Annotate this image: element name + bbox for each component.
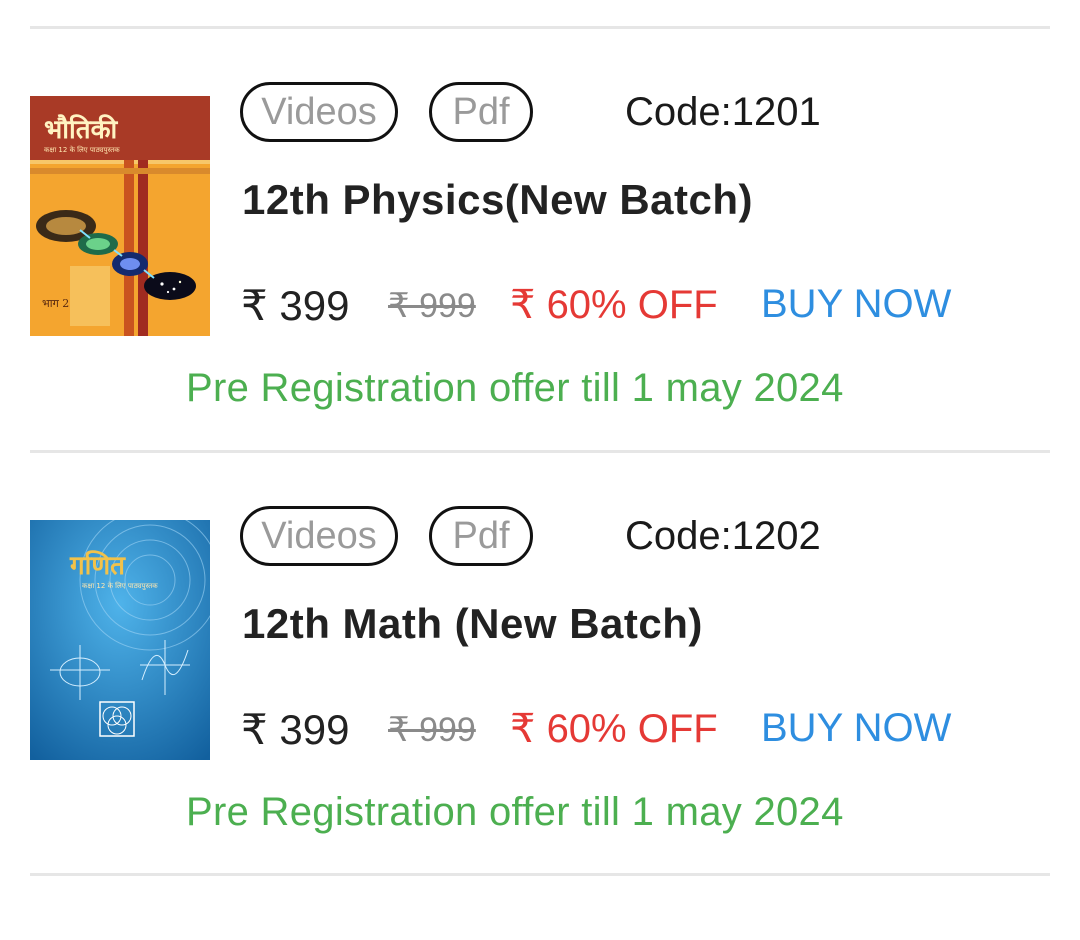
videos-tag[interactable]: Videos [240,82,398,142]
pdf-tag[interactable]: Pdf [429,82,533,142]
buy-now-button[interactable]: BUY NOW [761,706,951,751]
top-divider [30,26,1050,29]
offer-text: Pre Registration offer till 1 may 2024 [186,366,844,410]
card-divider [30,450,1050,453]
physics-cover-part: भाग 2 [42,297,70,310]
original-price: ₹ 999 [388,287,476,325]
pdf-tag[interactable]: Pdf [429,506,533,566]
math-book-cover-image: गणित कक्षा 12 के लिए पाठ्यपुस्तक [30,520,210,760]
physics-cover-subtitle: कक्षा 12 के लिए पाठ्यपुस्तक [44,146,120,154]
bottom-divider [30,873,1050,876]
buy-now-button[interactable]: BUY NOW [761,282,951,327]
course-card-math[interactable]: गणित कक्षा 12 के लिए पाठ्यपुस्तक Videos … [0,506,1080,940]
offer-text: Pre Registration offer till 1 may 2024 [186,790,844,834]
course-title[interactable]: 12th Math (New Batch) [242,600,703,648]
physics-cover-title: भौतिकी [44,115,118,145]
discount-label: ₹ 60% OFF [510,707,718,751]
math-cover-title: गणित [70,551,125,581]
course-code: Code:1202 [625,514,821,558]
discount-label: ₹ 60% OFF [510,283,718,327]
course-code: Code:1201 [625,90,821,134]
videos-tag[interactable]: Videos [240,506,398,566]
math-cover-subtitle: कक्षा 12 के लिए पाठ्यपुस्तक [82,582,158,590]
course-title[interactable]: 12th Physics(New Batch) [242,176,753,224]
sale-price: ₹ 399 [241,706,350,753]
physics-book-cover-image: भौतिकी कक्षा 12 के लिए पाठ्यपुस्तक भाग 2 [30,96,210,336]
original-price: ₹ 999 [388,711,476,749]
sale-price: ₹ 399 [241,282,350,329]
course-card-physics[interactable]: भौतिकी कक्षा 12 के लिए पाठ्यपुस्तक भाग 2… [0,82,1080,516]
